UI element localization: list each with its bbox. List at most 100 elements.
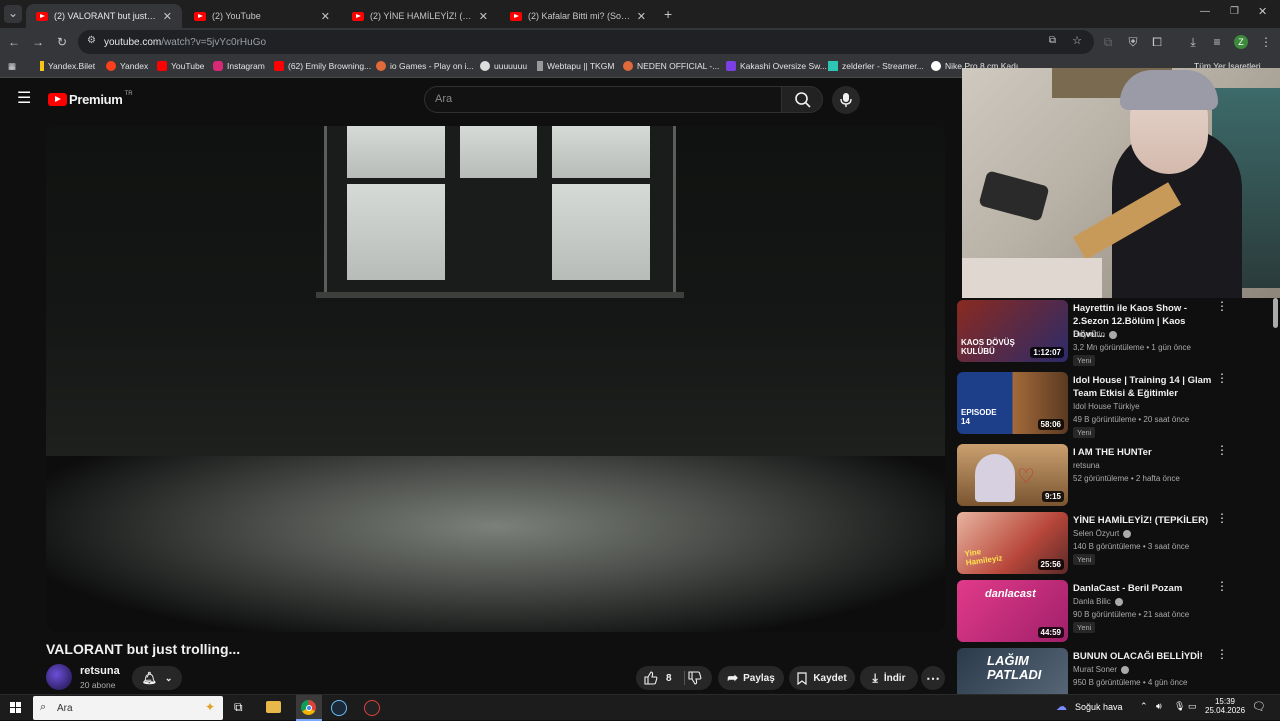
- tab-valorant[interactable]: (2) VALORANT but just trolling... ✕: [26, 4, 182, 28]
- bookmark-neden-official[interactable]: NEDEN OFFICIAL -...: [623, 61, 719, 71]
- task-view-icon[interactable]: ⧉: [234, 700, 243, 715]
- video-player[interactable]: [46, 126, 945, 632]
- more-actions-button[interactable]: ⋯: [921, 666, 945, 690]
- file-explorer-icon[interactable]: [266, 701, 281, 713]
- network-icon[interactable]: ▭: [1188, 701, 1197, 712]
- save-button[interactable]: Kaydet: [789, 666, 855, 690]
- speaker-icon[interactable]: 🔊︎: [1156, 701, 1162, 712]
- bookmark-uuuuuuu[interactable]: uuuuuuu: [480, 61, 527, 71]
- share-button[interactable]: ➦ Paylaş: [718, 666, 784, 690]
- maximize-icon[interactable]: ❐: [1230, 6, 1239, 17]
- close-tab-icon[interactable]: ✕: [163, 10, 172, 23]
- bookmark-yandex-bilet[interactable]: Yandex.Bilet: [40, 61, 95, 71]
- recommendation-title[interactable]: YİNE HAMİLEYİZ! (TEPKİLER): [1073, 514, 1213, 527]
- voice-search-button[interactable]: [832, 86, 860, 114]
- channel-avatar[interactable]: [46, 664, 72, 690]
- bookmark-webtapu[interactable]: Webtapu || TKGM: [537, 61, 614, 71]
- weather-text[interactable]: Soğuk hava: [1075, 702, 1123, 712]
- close-tab-icon[interactable]: ✕: [479, 10, 488, 23]
- search-button[interactable]: [781, 86, 823, 113]
- like-button[interactable]: 8: [644, 671, 672, 685]
- download-button[interactable]: ⤓ İndir: [860, 666, 918, 690]
- back-icon[interactable]: ←: [6, 34, 22, 50]
- more-options-icon[interactable]: ⋮: [1216, 580, 1228, 592]
- new-tab-icon[interactable]: +: [664, 6, 672, 22]
- reading-list-icon[interactable]: ≡: [1209, 34, 1225, 50]
- tab-kafalar-bitti[interactable]: (2) Kafalar Bitti mi? (Soru-Cevap ✕: [500, 4, 656, 28]
- extensions-puzzle-icon[interactable]: ⧠: [1149, 34, 1165, 50]
- site-info-icon[interactable]: ⚙: [87, 35, 96, 46]
- yandex-bilet-icon: [40, 61, 44, 71]
- reload-icon[interactable]: ↻: [54, 34, 70, 50]
- microphone-tray-icon[interactable]: 🎙︎: [1174, 701, 1185, 712]
- close-window-icon[interactable]: ✕: [1258, 5, 1267, 18]
- video-frame-floor: [46, 456, 945, 632]
- bookmark-io-games[interactable]: io Games - Play on i...: [376, 61, 474, 71]
- tab-yine-hamileyiz[interactable]: (2) YİNE HAMİLEYİZ! (TEPKİLER) ✕: [342, 4, 498, 28]
- video-thumbnail[interactable]: LAĞIM PATLADI: [957, 648, 1068, 694]
- video-thumbnail[interactable]: ♡ 9:15: [957, 444, 1068, 506]
- dislike-button[interactable]: [688, 671, 702, 688]
- address-bar[interactable]: ⚙ youtube.com/watch?v=5jvYc0rHuGo ⧉ ☆: [78, 30, 1094, 54]
- bookmark-emily-browning[interactable]: (62) Emily Browning...: [274, 61, 371, 71]
- clock[interactable]: 15:39 25.04.2026: [1205, 697, 1245, 715]
- menu-dots-icon[interactable]: ⋮: [1258, 34, 1274, 50]
- app-icon[interactable]: [364, 700, 380, 716]
- recommendation-channel[interactable]: Hayrettin: [1073, 330, 1118, 339]
- recommendation-item[interactable]: Yine Hamileyiz 25:56 YİNE HAMİLEYİZ! (TE…: [955, 510, 1280, 576]
- recommendation-item[interactable]: ♡ 9:15 I AM THE HUNTer retsuna 52 görünt…: [955, 442, 1280, 508]
- hamburger-menu-icon[interactable]: ☰: [17, 91, 31, 107]
- shield-icon[interactable]: ⛨: [1125, 34, 1141, 50]
- recommendation-item[interactable]: KAOS DÖVÜŞ KULÜBÜ 1:12:07 Hayrettin ile …: [955, 298, 1280, 366]
- bookmark-zelderler[interactable]: zelderler - Streamer...: [828, 61, 924, 71]
- bookmark-yandex[interactable]: Yandex: [106, 61, 148, 71]
- more-options-icon[interactable]: ⋮: [1216, 512, 1228, 524]
- recommendation-title[interactable]: Idol House | Training 14 | Glam Team Etk…: [1073, 374, 1213, 400]
- minimize-icon[interactable]: —: [1200, 6, 1210, 17]
- forward-icon[interactable]: →: [30, 34, 46, 50]
- close-tab-icon[interactable]: ✕: [321, 10, 330, 23]
- video-thumbnail[interactable]: KAOS DÖVÜŞ KULÜBÜ 1:12:07: [957, 300, 1068, 362]
- more-options-icon[interactable]: ⋮: [1216, 648, 1228, 660]
- taskbar-search-input[interactable]: ⌕ Ara ✦: [33, 696, 223, 720]
- more-options-icon[interactable]: ⋮: [1216, 300, 1228, 312]
- extension-icon[interactable]: ⧉: [1100, 34, 1116, 50]
- more-options-icon[interactable]: ⋮: [1216, 372, 1228, 384]
- install-app-icon[interactable]: ⧉: [1049, 35, 1056, 46]
- windows-start-icon[interactable]: [10, 702, 22, 714]
- apps-grid-icon[interactable]: ▦: [8, 61, 16, 72]
- sidebar-scrollbar[interactable]: [1273, 298, 1278, 328]
- notifications-icon[interactable]: 🗨︎: [1252, 700, 1266, 713]
- recommendation-item[interactable]: danlacast 44:59 DanlaCast - Beril Pozam …: [955, 578, 1280, 644]
- channel-name[interactable]: retsuna: [80, 665, 120, 677]
- video-thumbnail[interactable]: Yine Hamileyiz 25:56: [957, 512, 1068, 574]
- youtube-premium-logo[interactable]: Premium TR: [48, 91, 133, 107]
- download-icon[interactable]: ⤓: [1185, 34, 1201, 50]
- notifications-button[interactable]: 🔔︎ ⌄: [132, 666, 182, 690]
- recommendation-item[interactable]: LAĞIM PATLADI BUNUN OLACAĞI BELLİYDİ! Mu…: [955, 646, 1280, 694]
- recommendation-channel[interactable]: Selen Özyurt: [1073, 529, 1132, 538]
- bookmark-youtube[interactable]: YouTube: [157, 61, 204, 71]
- video-thumbnail[interactable]: danlacast 44:59: [957, 580, 1068, 642]
- tab-youtube[interactable]: (2) YouTube ✕: [184, 4, 340, 28]
- bookmark-kakashi[interactable]: Kakashi Oversize Sw...: [726, 61, 827, 71]
- chrome-taskbar-button[interactable]: [296, 695, 322, 721]
- recommendation-channel[interactable]: Danla Bilic: [1073, 597, 1123, 606]
- recommendation-channel[interactable]: Idol House Türkiye: [1073, 402, 1140, 411]
- video-thumbnail[interactable]: EPISODE 14 58:06: [957, 372, 1068, 434]
- recommendation-title[interactable]: I AM THE HUNTer: [1073, 446, 1213, 459]
- recommendation-title[interactable]: DanlaCast - Beril Pozam: [1073, 582, 1213, 595]
- profile-avatar[interactable]: Z: [1234, 35, 1248, 49]
- search-input[interactable]: Ara: [424, 86, 782, 113]
- recommendation-item[interactable]: EPISODE 14 58:06 Idol House | Training 1…: [955, 370, 1280, 438]
- close-tab-icon[interactable]: ✕: [637, 10, 646, 23]
- recommendation-title[interactable]: BUNUN OLACAĞI BELLİYDİ!: [1073, 650, 1213, 663]
- steam-icon[interactable]: [331, 700, 347, 716]
- recommendation-channel[interactable]: Murat Soner: [1073, 665, 1130, 674]
- recommendation-channel[interactable]: retsuna: [1073, 461, 1100, 470]
- more-options-icon[interactable]: ⋮: [1216, 444, 1228, 456]
- bookmark-instagram[interactable]: Instagram: [213, 61, 265, 71]
- bookmark-star-icon[interactable]: ☆: [1072, 34, 1082, 47]
- tab-search-icon[interactable]: ⌄: [4, 5, 22, 23]
- tray-chevron-icon[interactable]: ⌃: [1140, 701, 1148, 712]
